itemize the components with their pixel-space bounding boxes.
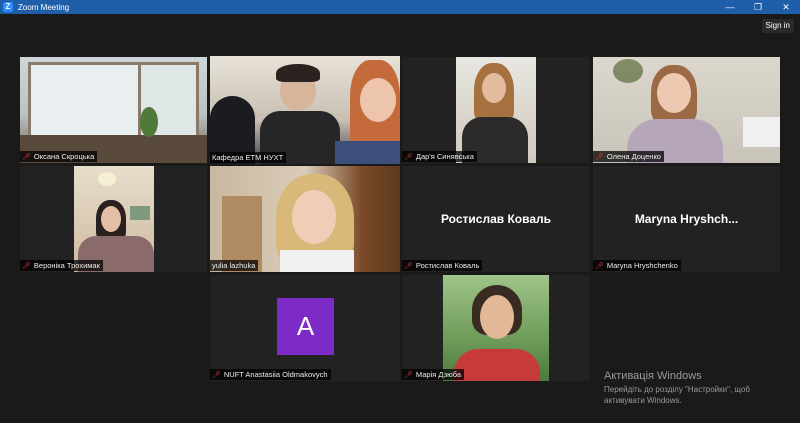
windows-activation-watermark: Активація Windows Перейдіть до розділу "… [604, 370, 779, 406]
participant-video [593, 57, 780, 163]
participant-name-label: 🎤︎ Дар'я Синявська [402, 151, 477, 162]
participant-name-label: 🎤︎ NUFT Anastasiia Oldmakovych [210, 369, 331, 380]
title-bar: Z Zoom Meeting — ❐ ✕ [0, 0, 800, 14]
window-controls: — ❐ ✕ [716, 0, 800, 14]
participant-name: Оксана Скроцька [33, 152, 95, 161]
video-off-tile[interactable]: Maryna Hryshch... 🎤︎ Maryna Hryshchenko [593, 166, 780, 272]
participant-display-name: Ростислав Коваль [440, 212, 552, 226]
participant-name-label: 🎤︎ Ростислав Коваль [402, 260, 483, 271]
participant-video [20, 57, 207, 163]
close-button[interactable]: ✕ [772, 0, 800, 14]
participant-name: yulia lazhuka [212, 261, 256, 270]
video-tile-active-speaker[interactable]: Кафедра ЕТМ НУХТ [210, 56, 400, 164]
participant-name: Марія Дзюба [415, 370, 462, 379]
video-tile[interactable]: 🎤︎ Вероніка Трохимак [20, 166, 207, 272]
participant-name-label: 🎤︎ Олена Доценко [593, 151, 664, 162]
muted-mic-icon: 🎤︎ [22, 153, 31, 161]
participant-name-label: 🎤︎ Оксана Скроцька [20, 151, 98, 162]
participant-name: Кафедра ЕТМ НУХТ [212, 153, 284, 162]
participant-name: Вероніка Трохимак [33, 261, 100, 270]
participant-name-label: yulia lazhuka [210, 260, 259, 271]
video-tile[interactable]: 🎤︎ Марія Дзюба [402, 275, 590, 381]
muted-mic-icon: 🎤︎ [595, 262, 604, 270]
participant-name-label: 🎤︎ Вероніка Трохимак [20, 260, 103, 271]
watermark-title: Активація Windows [604, 370, 702, 382]
participant-name-label: 🎤︎ Марія Дзюба [402, 369, 465, 380]
watermark-text: Перейдіть до розділу "Настройки", щоб ак… [604, 385, 750, 405]
participant-name: Maryna Hryshchenko [606, 261, 678, 270]
participant-name: NUFT Anastasiia Oldmakovych [223, 370, 328, 379]
participant-video [210, 166, 400, 272]
video-tile[interactable]: 🎤︎ Оксана Скроцька [20, 57, 207, 163]
participant-name: Ростислав Коваль [415, 261, 480, 270]
video-off-tile[interactable]: A 🎤︎ NUFT Anastasiia Oldmakovych [210, 275, 400, 381]
muted-mic-icon: 🎤︎ [595, 153, 604, 161]
muted-mic-icon: 🎤︎ [404, 262, 413, 270]
participant-video [210, 56, 400, 164]
video-tile[interactable]: 🎤︎ Дар'я Синявська [402, 57, 590, 163]
participant-name-label: Кафедра ЕТМ НУХТ [210, 152, 287, 163]
muted-mic-icon: 🎤︎ [22, 262, 31, 270]
participant-display-name: Maryna Hryshch... [634, 212, 739, 226]
participant-video [402, 275, 590, 381]
participant-avatar: A [277, 298, 334, 355]
muted-mic-icon: 🎤︎ [212, 371, 221, 379]
zoom-logo-icon: Z [3, 2, 13, 12]
muted-mic-icon: 🎤︎ [404, 153, 413, 161]
participant-name: Дар'я Синявська [415, 152, 474, 161]
participant-name-label: 🎤︎ Maryna Hryshchenko [593, 260, 681, 271]
window-title: Zoom Meeting [18, 2, 70, 12]
participant-video [402, 57, 590, 163]
sign-in-button[interactable]: Sign in [761, 19, 794, 33]
muted-mic-icon: 🎤︎ [404, 371, 413, 379]
participant-name: Олена Доценко [606, 152, 661, 161]
restore-button[interactable]: ❐ [744, 0, 772, 14]
video-off-tile[interactable]: Ростислав Коваль 🎤︎ Ростислав Коваль [402, 166, 590, 272]
video-tile[interactable]: 🎤︎ Олена Доценко [593, 57, 780, 163]
minimize-button[interactable]: — [716, 0, 744, 14]
video-tile[interactable]: yulia lazhuka [210, 166, 400, 272]
participant-video [20, 166, 207, 272]
